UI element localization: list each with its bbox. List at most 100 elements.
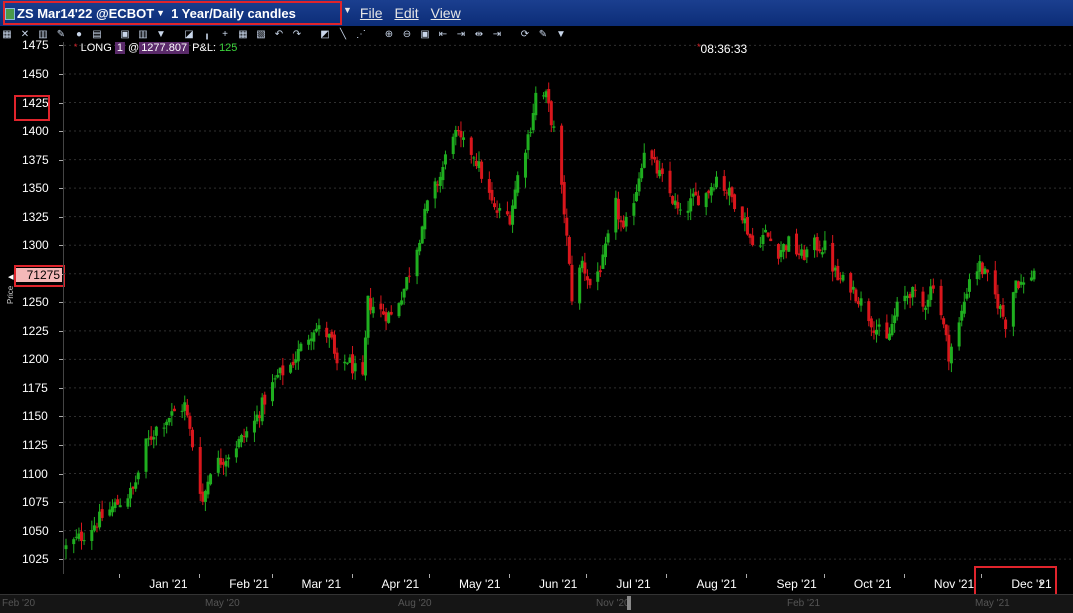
grid-icon[interactable]: ▤ [90, 28, 104, 40]
candle-body [668, 170, 672, 194]
ytick-label: 1200 [22, 352, 49, 367]
overview-label: Feb '20 [2, 598, 36, 609]
candle-body [185, 404, 189, 416]
candle-body [686, 210, 690, 213]
candle-body [451, 136, 455, 155]
scroll-end-icon[interactable]: ⇥ [490, 28, 504, 40]
candle-body [758, 245, 762, 247]
scroll-right-arrow-icon[interactable]: ▸ [1040, 578, 1044, 587]
candle-body [278, 367, 282, 374]
redo-icon[interactable]: ↷ [290, 28, 304, 40]
candle-body [714, 176, 718, 188]
fit-icon[interactable]: ▣ [418, 28, 432, 40]
candle-body [206, 481, 210, 495]
candle-body [314, 328, 318, 332]
scroll-start-icon[interactable]: ⇥ [454, 28, 468, 40]
candle-body [289, 364, 293, 373]
more-dropdown-icon[interactable]: ▼ [154, 28, 168, 40]
candle-body [513, 189, 517, 209]
candle-body [960, 310, 964, 321]
pnl-value: 125 [219, 42, 238, 54]
candle-body [676, 202, 680, 209]
candle-body [405, 277, 409, 290]
chart-mode-dropdown-icon[interactable]: ▼ [343, 5, 352, 21]
candle-body [939, 285, 943, 316]
ytick-label: 1475 [22, 38, 49, 53]
candle-body [172, 408, 176, 412]
add-icon[interactable]: + [218, 28, 232, 40]
ytick-label: 1075 [22, 495, 49, 510]
xtick-label: Sep '21 [776, 577, 817, 591]
candle-body [596, 271, 600, 282]
candle-body [787, 236, 791, 252]
price-tag-highlight-box [14, 265, 65, 287]
fibonacci-icon[interactable]: ⋰ [354, 28, 368, 40]
zoom-out-icon[interactable]: ⊖ [400, 28, 414, 40]
pie-icon[interactable]: ╻ [200, 28, 214, 40]
toolbar-more-icon[interactable]: ▼ [554, 28, 568, 40]
candle-body [271, 382, 275, 402]
candle-body [508, 215, 512, 225]
candle-body [678, 209, 682, 211]
wrench-icon[interactable]: ✎ [536, 28, 550, 40]
candle-body [366, 295, 370, 338]
candle-body [588, 278, 592, 286]
ruler-icon[interactable]: ◩ [318, 28, 332, 40]
scroll-left-icon[interactable]: ⇤ [436, 28, 450, 40]
candle-body [361, 362, 365, 375]
candle-body [459, 130, 463, 138]
overview-strip[interactable]: Feb '20 May '20 Aug '20 Nov '20 Feb '21 … [0, 594, 1073, 613]
candle-body [813, 237, 817, 251]
time-axis[interactable]: Jan '21 Feb '21 Mar '21 Apr '21 May '21 Jun '… [63, 574, 1070, 594]
settings-icon[interactable]: ▣ [118, 28, 132, 40]
candle-body [170, 411, 174, 416]
ytick-label: 1400 [22, 124, 49, 139]
candle-body [505, 211, 509, 215]
candle-body [201, 491, 205, 502]
chart-type-icon[interactable]: ▦ [0, 28, 14, 40]
candle-body [851, 286, 855, 290]
candle-body [549, 101, 553, 126]
refresh-icon[interactable]: ⟳ [518, 28, 532, 40]
undo-icon[interactable]: ↶ [272, 28, 286, 40]
filter-icon[interactable]: ▥ [136, 28, 150, 40]
candle-body [949, 346, 953, 364]
menu-file[interactable]: File [360, 5, 383, 21]
clock-time: 08:36:33 [700, 42, 748, 56]
candle-body [219, 458, 223, 465]
zoom-in-icon[interactable]: ⊕ [382, 28, 396, 40]
snapshot-icon[interactable]: ▧ [254, 28, 268, 40]
candle-body [986, 269, 990, 273]
candle-body [441, 167, 445, 181]
candlestick-chart [64, 44, 1071, 560]
table-icon[interactable]: ▦ [236, 28, 250, 40]
menu-view[interactable]: View [431, 5, 461, 21]
candle-body [180, 410, 184, 412]
candle-body [743, 218, 747, 224]
candle-body [869, 318, 873, 328]
menu-edit[interactable]: Edit [394, 5, 418, 21]
candle-body [761, 235, 765, 245]
candle-body [420, 226, 424, 244]
scroll-right-icon[interactable]: ⇹ [472, 28, 486, 40]
chart-plot-area[interactable] [63, 42, 1071, 574]
candle-body [108, 509, 112, 516]
ytick-label: 1100 [22, 466, 48, 481]
candle-body [831, 242, 835, 272]
candle-body [906, 295, 910, 298]
candle-body [1022, 282, 1026, 285]
overview-handle[interactable] [627, 596, 631, 610]
candle-body [616, 198, 620, 220]
candle-body [224, 460, 228, 467]
candle-body [126, 498, 130, 507]
draw-icon[interactable]: ✎ [54, 28, 68, 40]
candle-body [552, 126, 556, 128]
line-icon[interactable]: ◪ [182, 28, 196, 40]
candle-body [947, 334, 951, 362]
candle-body [673, 200, 677, 206]
price-axis[interactable]: 1025 1050 1075 1100 1125 1150 1175 1200 1225 1250… [0, 38, 63, 574]
circle-icon[interactable]: ● [72, 28, 86, 40]
trendline-icon[interactable]: ╲ [336, 28, 350, 40]
candle-body [79, 531, 83, 541]
candle-body [165, 421, 169, 426]
